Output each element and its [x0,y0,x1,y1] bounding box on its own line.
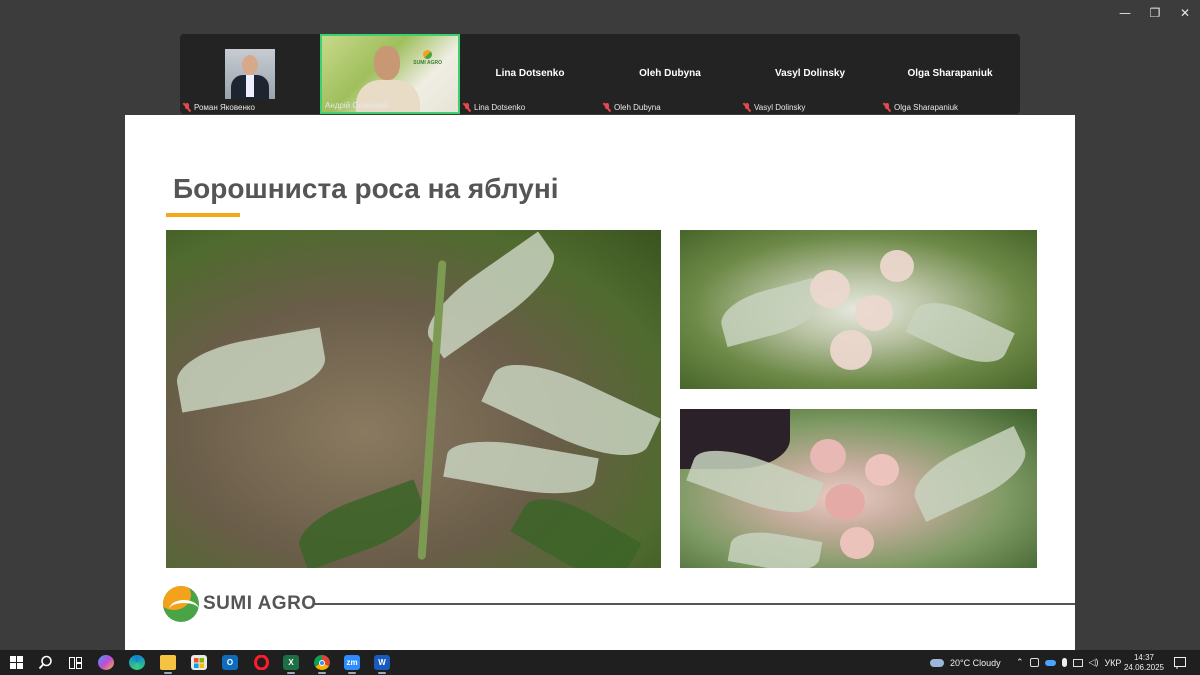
participant-name: Oleh Dubyna [614,103,661,112]
cloud-icon [930,658,944,667]
participant-name-tag: Vasyl Dolinsky [743,103,805,112]
search-icon[interactable] [37,655,53,670]
participant-display-name: Vasyl Dolinsky [774,68,846,79]
copilot-icon[interactable] [98,655,114,670]
file-explorer-icon[interactable] [160,655,176,674]
chevron-up-icon[interactable]: ⌃ [1016,657,1024,668]
clock-time: 14:37 [1133,653,1154,662]
tray-app-icon[interactable] [1029,658,1039,667]
participant-display-name: Olga Sharapaniuk [907,68,993,79]
weather-text: 20°C Cloudy [950,657,1001,668]
participant-name: Роман Яковенко [194,103,255,112]
word-icon[interactable]: W [374,655,390,674]
window-controls: — ❐ ✕ [1110,0,1200,26]
photo-apple-shoot-mildew [166,230,661,568]
mic-muted-icon [603,103,611,112]
photo-infected-buds [680,230,1037,389]
mic-muted-icon [183,103,191,112]
clock-date: 24.06.2025 [1123,663,1164,672]
logo-text: SUMI AGRO [203,593,317,614]
store-icon[interactable] [191,655,207,670]
mic-muted-icon [883,103,891,112]
participant-name-tag: Андрій Осиковий [325,101,388,110]
camera-logo: SUMI AGRO [413,50,442,66]
zoom-icon[interactable]: zm [344,655,360,674]
microphone-icon[interactable] [1061,658,1067,667]
chrome-icon[interactable] [314,655,330,674]
participant-display-name: Oleh Dubyna [639,68,701,79]
network-icon[interactable] [1072,658,1083,667]
system-tray: ⌃ ◁) УКР [1016,650,1121,675]
participant-name: Андрій Осиковий [325,101,389,110]
participant-name: Lina Dotsenko [474,103,526,112]
sumi-agro-logo-icon [163,586,199,622]
participant-tile[interactable]: Lina Dotsenko Lina Dotsenko [460,34,600,114]
clock[interactable]: 14:37 24.06.2025 [1124,653,1164,673]
edge-icon[interactable] [129,655,145,670]
task-view-icon[interactable] [67,655,83,670]
mic-muted-icon [743,103,751,112]
participants-strip: Роман Яковенко SUMI AGRO Андрій Осиковий… [180,34,1020,114]
slide-title: Борошниста роса на яблуні [173,173,559,204]
outlook-icon[interactable]: O [222,655,238,670]
participant-name-tag: Роман Яковенко [183,103,255,112]
participant-name: Vasyl Dolinsky [754,103,806,112]
participant-tile[interactable]: Vasyl Dolinsky Vasyl Dolinsky [740,34,880,114]
speaker-icon[interactable]: ◁) [1089,657,1099,668]
excel-icon[interactable]: X [283,655,299,674]
participant-name: Olga Sharapaniuk [894,103,959,112]
participant-video [225,49,275,99]
taskbar: O X zm W 20°C Cloudy ⌃ ◁) УКР 14:37 24.0… [0,650,1200,675]
onedrive-icon[interactable] [1044,659,1056,666]
participant-tile[interactable]: Olga Sharapaniuk Olga Sharapaniuk [880,34,1020,114]
participant-tile[interactable]: Роман Яковенко [180,34,320,114]
desktop: — ❐ ✕ Роман Яковенко SUMI AGRO Андрій Ос… [0,0,1200,675]
input-language[interactable]: УКР [1104,658,1121,668]
restore-button[interactable]: ❐ [1140,0,1170,26]
participant-tile-active-speaker[interactable]: SUMI AGRO Андрій Осиковий [320,34,460,114]
sumi-agro-logo: SUMI AGRO [163,586,317,622]
close-button[interactable]: ✕ [1170,0,1200,26]
minimize-button[interactable]: — [1110,0,1140,26]
weather-widget[interactable]: 20°C Cloudy [930,650,1001,675]
participant-name-tag: Olga Sharapaniuk [883,103,958,112]
photo-infected-blossoms [680,409,1037,568]
shared-slide: Борошниста роса на яблуні SUMI AGRO [125,115,1075,650]
notifications-icon[interactable] [1172,655,1188,670]
windows-start-icon[interactable] [8,655,24,670]
participant-display-name: Lina Dotsenko [495,68,565,79]
sumi-agro-logo-icon [423,50,433,59]
participant-name-tag: Lina Dotsenko [463,103,525,112]
participant-name-tag: Oleh Dubyna [603,103,661,112]
opera-icon[interactable] [253,655,269,670]
mic-muted-icon [463,103,471,112]
title-underline [166,213,240,217]
footer-divider [313,603,1075,605]
participant-tile[interactable]: Oleh Dubyna Oleh Dubyna [600,34,740,114]
